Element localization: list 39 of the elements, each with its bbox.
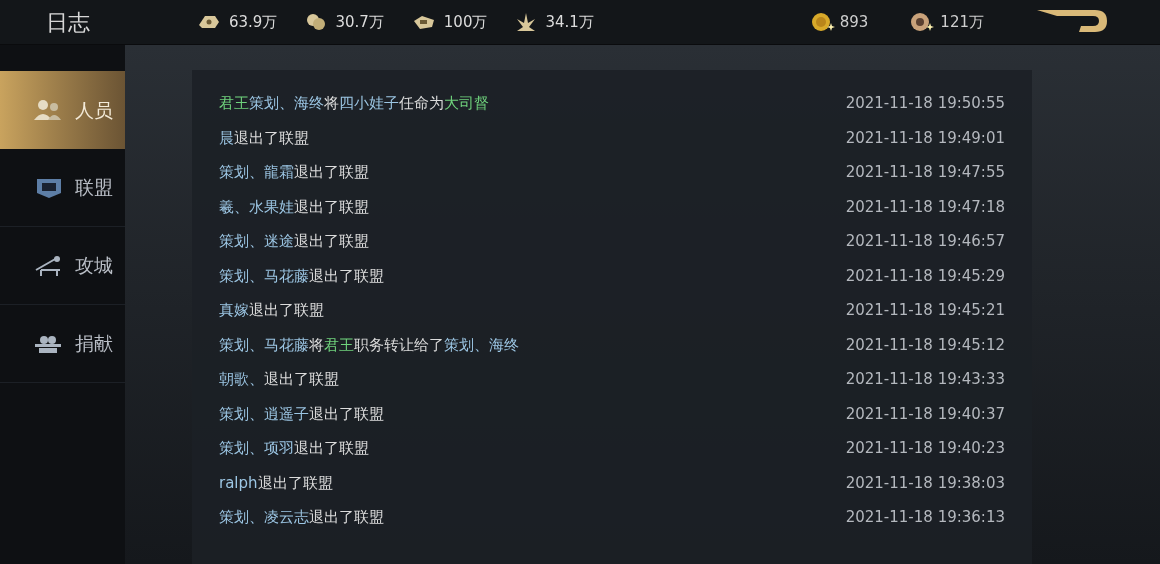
log-message: 君王策划、海终将四小娃子任命为大司督 [219,93,489,114]
log-timestamp: 2021-11-18 19:47:18 [845,196,1005,218]
log-timestamp: 2021-11-18 19:38:03 [845,472,1005,494]
log-message: 朝歌、退出了联盟 [219,369,339,390]
ingot-icon [411,13,436,31]
page-title: 日志 [46,8,90,37]
coin-icon [809,11,836,33]
log-message: 晨退出了联盟 [219,127,309,149]
log-message: 策划、马花藤退出了联盟 [219,265,384,287]
people-icon [33,98,63,122]
ore-icon [197,13,221,31]
log-timestamp: 2021-11-18 19:43:33 [845,369,1005,390]
sidebar-tab[interactable]: 人员 [0,71,125,149]
log-message: 真嫁退出了联盟 [219,300,324,321]
resource-amount: 63.9万 [229,11,278,33]
resource-amount: 30.7万 [335,11,384,33]
resource-amount: 34.1万 [545,11,594,33]
log-message: 策划、马花藤将君王职务转让给了策划、海终 [219,334,519,356]
log-timestamp: 2021-11-18 19:50:55 [845,93,1005,114]
currency-amount: 121万 [940,11,984,33]
log-message: 策划、逍遥子退出了联盟 [219,403,384,425]
log-timestamp: 2021-11-18 19:45:21 [845,300,1005,321]
log-message: 羲、水果娃退出了联盟 [219,196,369,218]
log-message: ralph退出了联盟 [219,472,333,494]
log-timestamp: 2021-11-18 19:40:37 [845,403,1005,425]
log-timestamp: 2021-11-18 19:46:57 [845,231,1005,252]
log-timestamp: 2021-11-18 19:40:23 [845,438,1005,459]
log-timestamp: 2021-11-18 19:36:13 [845,507,1005,528]
log-message: 策划、项羽退出了联盟 [219,438,369,459]
log-timestamp: 2021-11-18 19:45:29 [845,265,1005,287]
shield-icon [35,176,63,199]
log-message: 策划、迷途退出了联盟 [219,231,369,252]
resource-amount: 100万 [443,11,488,33]
log-message: 策划、龍霜退出了联盟 [219,162,369,183]
log-timestamp: 2021-11-18 19:47:55 [845,162,1005,183]
log-timestamp: 2021-11-18 19:45:12 [845,334,1005,356]
currency-amount: 893 [839,11,869,33]
log-timestamp: 2021-11-18 19:49:01 [845,127,1005,149]
log-message: 策划、凌云志退出了联盟 [219,507,384,528]
